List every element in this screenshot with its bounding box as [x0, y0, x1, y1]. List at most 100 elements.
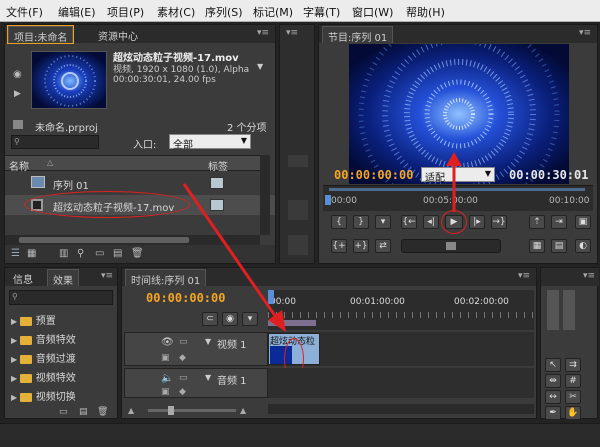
new-item-icon[interactable]: ▤	[113, 248, 122, 259]
new-bin-icon[interactable]: ▭	[95, 248, 104, 259]
icon-view-icon[interactable]: ▦	[27, 248, 36, 259]
search-icon: ⚲	[14, 137, 20, 146]
item-name: 序列 01	[53, 181, 89, 192]
folder-label: 视频切换	[35, 392, 76, 403]
display-style-icon[interactable]: ▣	[161, 353, 170, 363]
audio-track-area[interactable]	[268, 368, 534, 398]
zoom-in-icon[interactable]: ▲	[240, 406, 246, 415]
panel-menu-icon[interactable]: ▾≡	[286, 28, 298, 38]
panel-menu-icon[interactable]: ▾≡	[579, 28, 591, 38]
inlet-select-value: 全部	[173, 140, 193, 151]
step-forward-icon[interactable]: |▸	[469, 215, 485, 229]
lock-icon[interactable]: ▭	[179, 373, 188, 383]
razor-tool-icon[interactable]: ✂	[565, 390, 581, 404]
export-frame-icon[interactable]: ▣	[575, 215, 591, 229]
output-icon[interactable]: ▤	[551, 239, 567, 253]
automate-icon[interactable]: ▥	[59, 248, 68, 259]
project-file-name: 未命名.prproj	[35, 123, 98, 134]
menu-edit[interactable]: 编辑(E)	[58, 4, 96, 20]
sequence-icon	[31, 176, 45, 188]
effects-folder[interactable]: ▶ 视频切换	[11, 388, 76, 403]
rate-stretch-tool-icon[interactable]: ↔	[545, 390, 561, 404]
col-name-header[interactable]: 名称	[9, 158, 29, 173]
program-current-timecode[interactable]: 00:00:00:00	[334, 168, 413, 182]
pen-tool-icon[interactable]: ✒	[545, 406, 561, 420]
shuttle-knob[interactable]	[446, 242, 456, 250]
eye-icon[interactable]: 👁	[161, 337, 174, 348]
audio-track-header: 🔈 ▭ ▼ 音频 1 ▣ ◆	[124, 368, 268, 398]
folder-label: 音频特效	[35, 335, 76, 346]
panel-menu-icon[interactable]: ▾≡	[257, 28, 269, 38]
step-back-icon[interactable]: ◂|	[423, 215, 439, 229]
loop-icon[interactable]: ⇄	[375, 239, 391, 253]
zoom-slider-thumb[interactable]	[168, 406, 174, 415]
menu-clip[interactable]: 素材(C)	[157, 4, 195, 20]
project-search-input[interactable]: ⚲	[11, 135, 99, 149]
set-marker-icon[interactable]: ▾	[375, 215, 391, 229]
sort-icon: △	[47, 158, 54, 167]
effects-folder[interactable]: ▶ 音频过渡	[11, 350, 76, 365]
go-to-next-edit-icon[interactable]: +}	[353, 239, 369, 253]
program-monitor: 节目:序列 01 ▾≡ 00:00:00:00 适配 ▼ 00:00:30:01 …	[318, 24, 598, 264]
video-track-area[interactable]: 超炫动态粒	[268, 332, 534, 366]
zoom-out-icon[interactable]: ▲	[128, 406, 134, 415]
tab-project[interactable]: 项目:未命名	[6, 25, 75, 44]
rolling-edit-tool-icon[interactable]: #	[565, 374, 581, 388]
menu-help[interactable]: 帮助(H)	[406, 4, 445, 20]
playhead-icon[interactable]	[325, 195, 331, 205]
menu-project[interactable]: 项目(P)	[107, 4, 144, 20]
menu-title[interactable]: 字幕(T)	[303, 4, 340, 20]
new-item-icon[interactable]: ▤	[79, 407, 88, 417]
effects-search-input[interactable]: ⚲	[9, 290, 113, 305]
effects-folder[interactable]: ▶ 视频特效	[11, 369, 76, 384]
expand-track-icon[interactable]: ▼	[205, 373, 211, 382]
effects-folder[interactable]: ▶ 音频特效	[11, 331, 76, 346]
menu-window[interactable]: 窗口(W)	[352, 4, 393, 20]
go-to-prev-edit-icon[interactable]: {+	[331, 239, 347, 253]
jog-shuttle[interactable]	[401, 239, 501, 253]
effects-folder[interactable]: ▶ 预置	[11, 312, 56, 327]
new-bin-icon[interactable]: ▭	[59, 407, 68, 417]
speaker-icon[interactable]: 🔈	[161, 373, 173, 384]
scroll-thumb[interactable]	[19, 237, 189, 243]
tab-media-browser[interactable]: 资源中心	[93, 26, 143, 43]
tab-info[interactable]: 信息	[8, 269, 38, 286]
keyframe-icon[interactable]: ◆	[179, 387, 186, 397]
mark-in-icon[interactable]: {	[331, 215, 347, 229]
clip-info-dropdown-icon[interactable]: ▼	[257, 62, 263, 71]
extract-icon[interactable]: ⇥	[551, 215, 567, 229]
poster-frame-icon[interactable]: ◉	[13, 69, 22, 80]
list-view-icon[interactable]: ☰	[11, 248, 20, 259]
keyframe-icon[interactable]: ◆	[179, 353, 186, 363]
menu-file[interactable]: 文件(F)	[6, 4, 43, 20]
play-thumbnail-icon[interactable]: ▶	[14, 89, 21, 99]
go-to-out-icon[interactable]: →}	[491, 215, 507, 229]
timeline-h-scrollbar[interactable]	[268, 404, 534, 414]
trim-icon[interactable]: ◐	[575, 239, 591, 253]
ruler-label: 00:02:00:00	[454, 297, 509, 307]
panel-menu-icon[interactable]: ▾≡	[518, 271, 530, 281]
mark-out-icon[interactable]: }	[353, 215, 369, 229]
tab-effects[interactable]: 效果	[47, 269, 79, 287]
timeline-ruler[interactable]: 00:00 00:01:00:00 00:02:00:00	[268, 290, 534, 330]
col-label-header[interactable]: 标签	[208, 158, 228, 173]
panel-menu-icon[interactable]: ▾≡	[583, 271, 595, 281]
panel-menu-icon[interactable]: ▾≡	[101, 271, 113, 281]
ripple-edit-tool-icon[interactable]: ⇹	[545, 374, 561, 388]
safe-margins-icon[interactable]: ▦	[529, 239, 545, 253]
menu-sequence[interactable]: 序列(S)	[205, 4, 243, 20]
go-to-in-icon[interactable]: {←	[401, 215, 417, 229]
particle-thumbnail-image	[32, 52, 106, 108]
tab-program[interactable]: 节目:序列 01	[322, 26, 394, 44]
delete-icon[interactable]: 🗑	[97, 407, 108, 417]
delete-icon[interactable]: 🗑	[131, 248, 144, 259]
lift-icon[interactable]: ⇡	[529, 215, 545, 229]
inlet-select[interactable]: 全部 ▼	[169, 134, 251, 151]
hand-tool-icon[interactable]: ✋	[565, 406, 581, 420]
menu-marker[interactable]: 标记(M)	[253, 4, 293, 20]
selection-tool-icon[interactable]: ↖	[545, 358, 561, 372]
find-icon[interactable]: ⚲	[77, 248, 84, 259]
display-style-icon[interactable]: ▣	[161, 387, 170, 397]
zoom-slider[interactable]	[148, 406, 236, 415]
track-select-tool-icon[interactable]: ⇉	[565, 358, 581, 372]
